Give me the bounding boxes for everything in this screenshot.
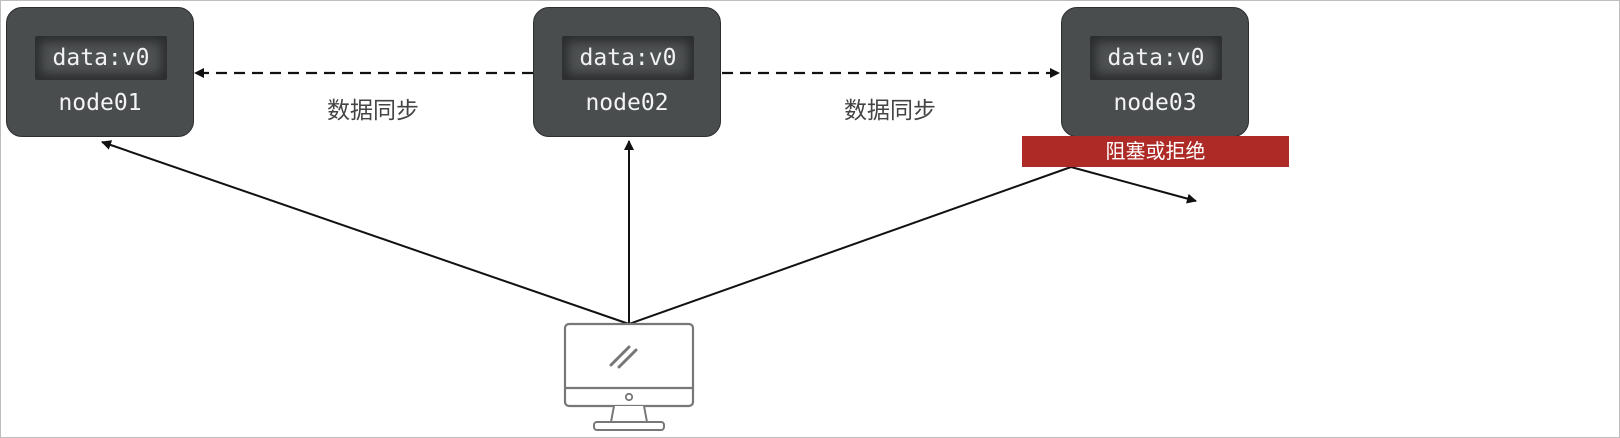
node-label: node03 <box>1113 90 1197 116</box>
request-arrow-to-node01 <box>101 140 630 325</box>
distributed-sync-diagram: data:v0 node01 data:v0 node02 data:v0 no… <box>0 0 1620 438</box>
node-data-value: data:v0 <box>1090 36 1222 80</box>
sync-label-left: 数据同步 <box>327 98 419 124</box>
node-label: node01 <box>58 90 142 116</box>
desktop-computer-icon <box>563 322 695 431</box>
node-card-node01: data:v0 node01 <box>6 7 194 137</box>
node-data-value: data:v0 <box>35 36 167 80</box>
node-label: node02 <box>585 90 669 116</box>
node-card-node02: data:v0 node02 <box>533 7 721 137</box>
connection-lines <box>101 68 1197 325</box>
blocked-or-rejected-banner: 阻塞或拒绝 <box>1022 136 1289 167</box>
node-card-node03: data:v0 node03 <box>1061 7 1249 137</box>
request-line-to-node03 <box>628 166 1072 325</box>
rejected-arrow <box>1070 166 1197 204</box>
sync-label-right: 数据同步 <box>844 98 936 124</box>
node-data-value: data:v0 <box>562 36 694 80</box>
